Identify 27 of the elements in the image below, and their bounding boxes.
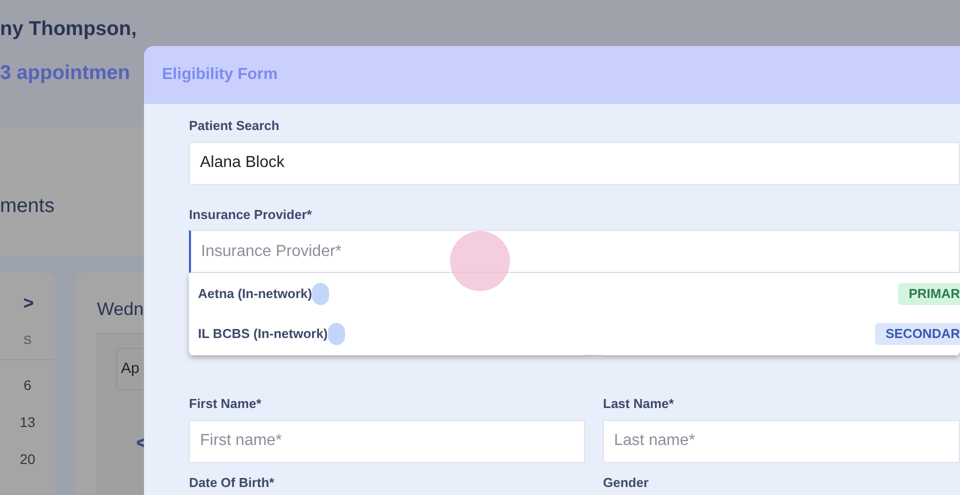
input-field[interactable]: Insurance Provider* [189, 230, 960, 273]
field-label: Date Of Birth* [189, 474, 276, 492]
input-field[interactable]: Alana Block [189, 142, 960, 184]
calendar-date[interactable]: 6 [24, 377, 32, 394]
calendar-date[interactable]: 20 [20, 451, 36, 468]
modal-title: Eligibility Form [162, 65, 278, 85]
dropdown-option[interactable]: IL BCBS (In-network) SECONDAR [189, 322, 960, 346]
input-field[interactable]: First name* [189, 420, 585, 462]
field-label: Last Name* [603, 395, 675, 413]
option-label: Aetna (In-network) [198, 285, 312, 304]
appointments-text: 3 appointmen [0, 61, 130, 86]
field-label: Patient Search [189, 117, 280, 135]
input-field[interactable]: Last name* [603, 420, 960, 462]
highlight-mark [328, 323, 345, 345]
option-label: IL BCBS (In-network) [198, 325, 328, 344]
section-title: ments [0, 194, 54, 219]
field-label: First Name* [189, 395, 262, 413]
option-badge: PRIMAR [898, 283, 960, 305]
highlight-mark [312, 283, 330, 305]
day-title: Wedn [97, 298, 145, 321]
weekday-label: S [23, 332, 32, 349]
greeting-text: ny Thompson, [0, 17, 137, 42]
field-label: Gender [603, 474, 650, 492]
calendar-date[interactable]: 13 [20, 414, 36, 431]
next-month-button[interactable]: > [23, 290, 34, 317]
option-badge: SECONDAR [874, 323, 960, 345]
field-label: Insurance Provider* [189, 206, 313, 224]
